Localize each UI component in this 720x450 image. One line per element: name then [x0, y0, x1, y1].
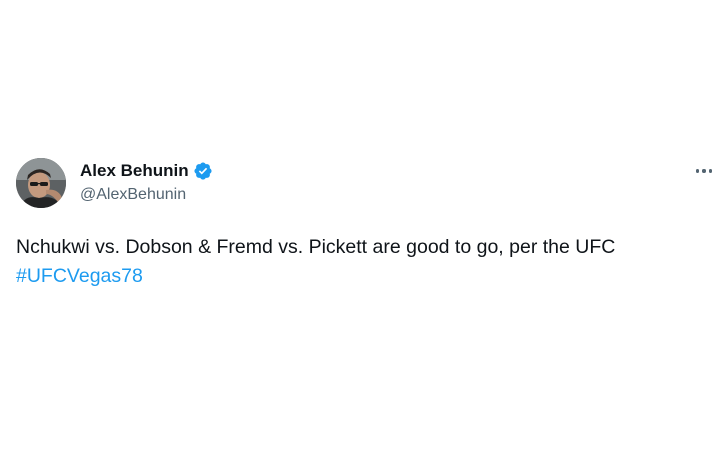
author-name-row: Alex Behunin — [80, 160, 213, 182]
tweet-card: Alex Behunin @AlexBehunin Nchukwi vs. Do… — [0, 0, 720, 450]
author-avatar[interactable] — [16, 158, 66, 208]
tweet-text-line: Nchukwi vs. Dobson & Fremd vs. Pickett a… — [16, 236, 616, 258]
avatar-image — [16, 158, 66, 208]
more-dot — [708, 169, 713, 173]
verified-badge-icon — [193, 161, 213, 181]
tweet-text: Nchukwi vs. Dobson & Fremd vs. Pickett a… — [16, 233, 706, 291]
author-display-name[interactable]: Alex Behunin — [80, 160, 189, 182]
author-handle[interactable]: @AlexBehunin — [80, 185, 186, 205]
more-dot — [695, 169, 700, 173]
hashtag-link[interactable]: #UFCVegas78 — [16, 265, 143, 287]
more-dot — [702, 169, 706, 173]
more-options-icon[interactable] — [690, 160, 718, 182]
